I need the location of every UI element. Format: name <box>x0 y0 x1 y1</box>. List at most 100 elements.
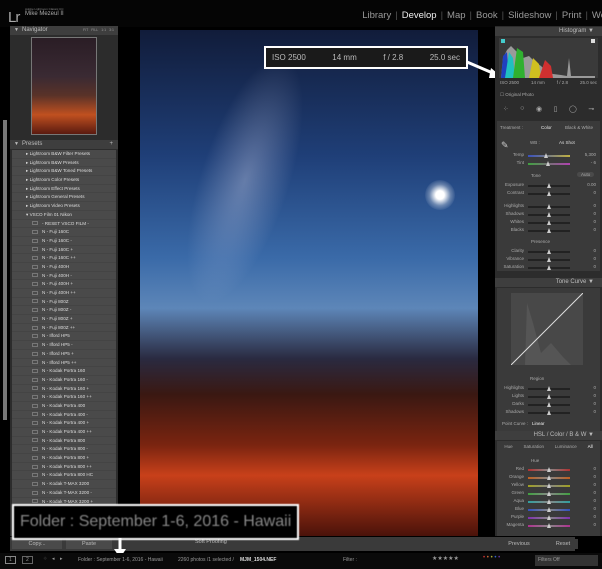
slider-knob[interactable] <box>546 203 551 209</box>
preset-item[interactable]: N - Kodak Portra 160 - <box>12 376 116 385</box>
slider-shadows[interactable]: Shadows 0 <box>495 408 602 416</box>
preset-item[interactable]: N - Kodak Portra 800 + <box>12 454 116 463</box>
slider-knob[interactable] <box>546 466 551 472</box>
slider-value[interactable]: 0 <box>593 473 596 481</box>
slider-contrast[interactable]: Contrast 0 <box>495 189 602 197</box>
preset-item[interactable]: N - Kodak T-MAX 3200 <box>12 480 116 489</box>
preset-item[interactable]: N - Fuji 800Z + <box>12 315 116 324</box>
treatment-color[interactable]: Color <box>541 125 552 130</box>
slider-value[interactable]: 0 <box>593 505 596 513</box>
wb-eyedropper-icon[interactable]: ✎ <box>501 140 509 151</box>
module-develop[interactable]: Develop <box>402 10 437 21</box>
slider-orange[interactable]: Orange 0 <box>495 473 602 481</box>
slider-value[interactable]: 0 <box>593 497 596 505</box>
slider-knob[interactable] <box>546 498 551 504</box>
preset-item[interactable]: N - Ilford HP5 <box>12 332 116 342</box>
slider-darks[interactable]: Darks 0 <box>495 400 602 408</box>
preset-folder-open[interactable]: ▾ VSCO Film 01 Nikon <box>12 211 116 220</box>
preset-item[interactable]: N - Fuji 160C <box>12 228 116 237</box>
preset-item[interactable]: N - Fuji 400H - <box>12 272 116 281</box>
slider-saturation[interactable]: Saturation 0 <box>495 263 602 271</box>
slider-knob[interactable] <box>546 248 551 254</box>
slider-temp[interactable]: Temp 5,300 <box>495 151 602 159</box>
paste-button[interactable]: Paste <box>66 539 112 549</box>
slider-value[interactable]: 5,300 <box>585 151 596 159</box>
preset-item[interactable]: N - Kodak Portra 160 <box>12 367 116 376</box>
slider-highlights[interactable]: Highlights 0 <box>495 384 602 392</box>
slider-green[interactable]: Green 0 <box>495 489 602 497</box>
hsl-tab-all[interactable]: All <box>588 444 593 449</box>
preset-item[interactable]: N - Fuji 400H ++ <box>12 289 116 298</box>
slider-knob[interactable] <box>546 182 551 188</box>
slider-value[interactable]: 0 <box>593 226 596 234</box>
tone-curve-graph[interactable] <box>511 293 583 365</box>
preset-item[interactable]: N - Ilford HP5 ++ <box>12 359 116 368</box>
navigator-zoom-fill[interactable]: FILL <box>91 28 98 32</box>
slider-value[interactable]: 0 <box>593 202 596 210</box>
slider-value[interactable]: 0 <box>593 465 596 473</box>
slider-value[interactable]: 0 <box>593 210 596 218</box>
slider-value[interactable]: 0 <box>593 513 596 521</box>
slider-knob[interactable] <box>544 152 549 158</box>
tone-curve-header[interactable]: Tone Curve ▼ <box>495 278 602 287</box>
slider-knob[interactable] <box>546 219 551 225</box>
slider-tint[interactable]: Tint - 6 <box>495 159 602 167</box>
slider-value[interactable]: 0 <box>593 263 596 271</box>
slider-knob[interactable] <box>546 190 551 196</box>
navigator-zoom-fit[interactable]: FIT <box>83 28 88 32</box>
preset-item[interactable]: N - Fuji 160C + <box>12 246 116 255</box>
filmstrip-source[interactable]: Folder : September 1-6, 2016 - Hawaii <box>78 557 163 563</box>
module-we[interactable]: We <box>592 10 602 21</box>
red-eye-icon[interactable]: ◉ <box>536 105 542 113</box>
preset-folder[interactable]: ▸ Lightroom Video Presets <box>12 202 116 211</box>
spot-removal-icon[interactable]: ○ <box>520 105 524 112</box>
slider-clarity[interactable]: Clarity 0 <box>495 247 602 255</box>
preset-item[interactable]: N - Fuji 800Z ++ <box>12 324 116 333</box>
slider-highlights[interactable]: Highlights 0 <box>495 202 602 210</box>
preset-item[interactable]: N - Kodak Portra 400 - <box>12 411 116 420</box>
treatment-bw[interactable]: Black & White <box>565 125 593 130</box>
slider-vibrance[interactable]: Vibrance 0 <box>495 255 602 263</box>
preset-item[interactable]: N - Fuji 400H <box>12 263 116 272</box>
color-label-filter[interactable]: • • • • • <box>483 555 500 561</box>
preset-folder[interactable]: ▸ Lightroom Color Presets <box>12 176 116 185</box>
left-panel-scrollbar[interactable] <box>3 120 7 420</box>
main-photo[interactable] <box>140 30 478 536</box>
slider-knob[interactable] <box>546 393 551 399</box>
add-preset-button[interactable]: + <box>109 140 113 149</box>
slider-value[interactable]: 0 <box>593 489 596 497</box>
preset-item[interactable]: N - Ilford HP5 + <box>12 350 116 359</box>
module-map[interactable]: Map <box>447 10 465 21</box>
slider-knob[interactable] <box>546 474 551 480</box>
slider-knob[interactable] <box>546 482 551 488</box>
reset-button[interactable]: Reset <box>548 539 578 549</box>
presets-header[interactable]: ▼ Presets + <box>10 140 118 149</box>
slider-red[interactable]: Red 0 <box>495 465 602 473</box>
slider-value[interactable]: - 6 <box>591 159 596 167</box>
hsl-tab-saturation[interactable]: Saturation <box>523 444 544 449</box>
preset-item[interactable]: N - Kodak Portra 400 + <box>12 419 116 428</box>
graduated-filter-icon[interactable]: ▯ <box>554 105 558 113</box>
preset-item[interactable]: N - Kodak Portra 400 <box>12 402 116 411</box>
auto-tone-button[interactable]: Auto <box>577 172 595 177</box>
preset-folder[interactable]: ▸ Lightroom Effect Presets <box>12 185 116 194</box>
preset-item[interactable]: N - Fuji 400H + <box>12 280 116 289</box>
histogram-header[interactable]: Histogram ▼ <box>495 27 602 36</box>
preset-item[interactable]: N - Fuji 160C ++ <box>12 254 116 263</box>
filter-preset-select[interactable]: Filters Off <box>535 555 598 566</box>
slider-exposure[interactable]: Exposure 0.00 <box>495 181 602 189</box>
preset-item[interactable]: N - Kodak Portra 800 <box>12 437 116 446</box>
module-library[interactable]: Library <box>362 10 391 21</box>
slider-value[interactable]: 0 <box>593 400 596 408</box>
back-icon[interactable]: ◂ <box>52 556 55 562</box>
main-window-button[interactable]: 1 <box>5 556 16 564</box>
slider-purple[interactable]: Purple 0 <box>495 513 602 521</box>
wb-select[interactable]: As Shot <box>559 140 575 145</box>
rating-filter-stars[interactable]: ★★★★★ <box>432 555 459 562</box>
preset-item[interactable]: N - Kodak Portra 160 + <box>12 385 116 394</box>
preset-item[interactable]: N - Kodak T-MAX 3200 - <box>12 489 116 498</box>
selected-filename[interactable]: MJM_1504.NEF <box>240 557 276 563</box>
preset-item[interactable]: - RESET VSCO FILM - <box>12 220 116 229</box>
module-book[interactable]: Book <box>476 10 498 21</box>
slider-knob[interactable] <box>546 490 551 496</box>
